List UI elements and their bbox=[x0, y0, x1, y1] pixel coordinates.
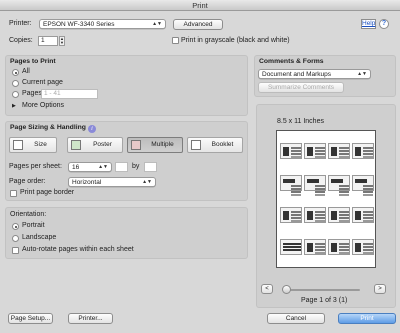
size-mode-label: Size bbox=[34, 141, 47, 148]
printer-select[interactable]: EPSON WF-3340 Series ▲▼ bbox=[39, 19, 166, 29]
booklet-mode-button[interactable]: Booklet bbox=[187, 137, 243, 153]
preview-slider-knob[interactable] bbox=[282, 285, 291, 294]
printer-select-value: EPSON WF-3340 Series bbox=[43, 21, 115, 28]
current-page-radio[interactable] bbox=[12, 80, 19, 87]
comments-forms-title: Comments & Forms bbox=[259, 58, 324, 65]
help-link[interactable]: Help bbox=[361, 19, 376, 29]
copies-input[interactable]: 1 bbox=[38, 36, 58, 46]
booklet-icon bbox=[191, 140, 201, 150]
page-range-label: Pages bbox=[22, 90, 42, 97]
portrait-radio[interactable] bbox=[12, 223, 19, 230]
current-page-label: Current page bbox=[22, 79, 63, 86]
auto-rotate-checkbox[interactable] bbox=[12, 247, 19, 254]
page-thumbnail bbox=[328, 207, 350, 223]
paper-size-label: 8.5 x 11 Inches bbox=[277, 118, 324, 125]
multiple-mode-button[interactable]: Multiple bbox=[127, 137, 183, 153]
print-button[interactable]: Print bbox=[338, 313, 396, 324]
page-range-radio[interactable] bbox=[12, 91, 19, 98]
grayscale-label: Print in grayscale (black and white) bbox=[181, 37, 290, 44]
window-title: Print bbox=[192, 1, 208, 10]
updown-arrows-icon: ▲▼ bbox=[357, 71, 367, 77]
page-thumbnail bbox=[352, 239, 374, 255]
page-thumbnail bbox=[280, 175, 302, 191]
poster-mode-label: Poster bbox=[93, 141, 112, 148]
window-title-bar: Print bbox=[0, 0, 400, 11]
printer-button[interactable]: Printer... bbox=[68, 313, 113, 324]
page-thumbnail bbox=[328, 143, 350, 159]
multiple-pages-icon bbox=[131, 140, 141, 150]
cancel-button[interactable]: Cancel bbox=[267, 313, 325, 324]
page-thumbnail bbox=[280, 239, 302, 255]
printer-label: Printer: bbox=[9, 20, 32, 27]
page-order-value: Horizontal bbox=[72, 179, 102, 186]
pages-per-sheet-value: 16 bbox=[72, 164, 80, 171]
grayscale-checkbox[interactable] bbox=[172, 37, 179, 44]
page-setup-button[interactable]: Page Setup... bbox=[8, 313, 53, 324]
updown-arrows-icon: ▲▼ bbox=[98, 164, 108, 170]
auto-rotate-label: Auto-rotate pages within each sheet bbox=[22, 246, 134, 253]
page-thumbnail bbox=[352, 175, 374, 191]
pages-per-sheet-label: Pages per sheet: bbox=[9, 163, 62, 170]
page-thumbnail bbox=[304, 143, 326, 159]
advanced-button[interactable]: Advanced bbox=[173, 19, 223, 30]
page-thumbnail bbox=[304, 239, 326, 255]
pages-per-sheet-select[interactable]: 16 ▲▼ bbox=[68, 162, 112, 172]
updown-arrows-icon: ▲▼ bbox=[152, 21, 162, 27]
previous-page-button[interactable]: < bbox=[261, 284, 273, 294]
all-pages-radio[interactable] bbox=[12, 69, 19, 76]
print-border-checkbox[interactable] bbox=[10, 190, 17, 197]
page-range-input[interactable]: 1 - 41 bbox=[41, 89, 98, 99]
portrait-label: Portrait bbox=[22, 222, 45, 229]
multiple-mode-label: Multiple bbox=[151, 141, 174, 148]
page-thumbnail bbox=[352, 207, 374, 223]
page-status: Page 1 of 3 (1) bbox=[301, 297, 348, 304]
pages-to-print-title: Pages to Print bbox=[10, 58, 56, 65]
page-thumbnail bbox=[304, 207, 326, 223]
summarize-comments-button[interactable]: Summarize Comments bbox=[258, 82, 344, 93]
poster-mode-button[interactable]: Poster bbox=[67, 137, 123, 153]
orientation-title: Orientation: bbox=[10, 211, 47, 218]
page-thumbnail bbox=[280, 143, 302, 159]
info-icon[interactable]: i bbox=[88, 125, 96, 133]
size-mode-button[interactable]: Size bbox=[9, 137, 57, 153]
help-icon[interactable]: ? bbox=[379, 19, 389, 29]
by-label: by bbox=[132, 163, 140, 170]
comments-forms-select[interactable]: Document and Markups ▲▼ bbox=[258, 69, 371, 79]
next-page-button[interactable]: > bbox=[374, 284, 386, 294]
updown-arrows-icon: ▲▼ bbox=[142, 179, 152, 185]
page-thumbnail bbox=[328, 239, 350, 255]
page-sizing-title: Page Sizing & Handling bbox=[10, 124, 86, 131]
preview-sheet bbox=[276, 130, 376, 268]
page-thumbnail bbox=[280, 207, 302, 223]
copies-label: Copies: bbox=[9, 37, 33, 44]
page-thumbnail bbox=[304, 175, 326, 191]
disclosure-triangle-icon[interactable]: ▶ bbox=[12, 101, 16, 111]
booklet-mode-label: Booklet bbox=[211, 141, 234, 148]
size-icon bbox=[13, 140, 23, 150]
print-border-label: Print page border bbox=[20, 189, 75, 196]
page-thumbnail bbox=[352, 143, 374, 159]
custom-rows-input[interactable] bbox=[144, 162, 157, 172]
poster-icon bbox=[71, 140, 81, 150]
preview-slider-track[interactable] bbox=[284, 289, 360, 291]
page-order-label: Page order: bbox=[9, 178, 46, 185]
page-thumbnail bbox=[328, 175, 350, 191]
landscape-radio[interactable] bbox=[12, 235, 19, 242]
landscape-label: Landscape bbox=[22, 234, 57, 241]
all-pages-label: All bbox=[22, 68, 30, 75]
more-options-label[interactable]: More Options bbox=[22, 101, 64, 111]
page-order-select[interactable]: Horizontal ▲▼ bbox=[68, 177, 156, 187]
comments-forms-value: Document and Markups bbox=[262, 71, 332, 78]
custom-cols-input[interactable] bbox=[115, 162, 128, 172]
copies-stepper[interactable]: ▲ ▼ bbox=[59, 36, 65, 46]
